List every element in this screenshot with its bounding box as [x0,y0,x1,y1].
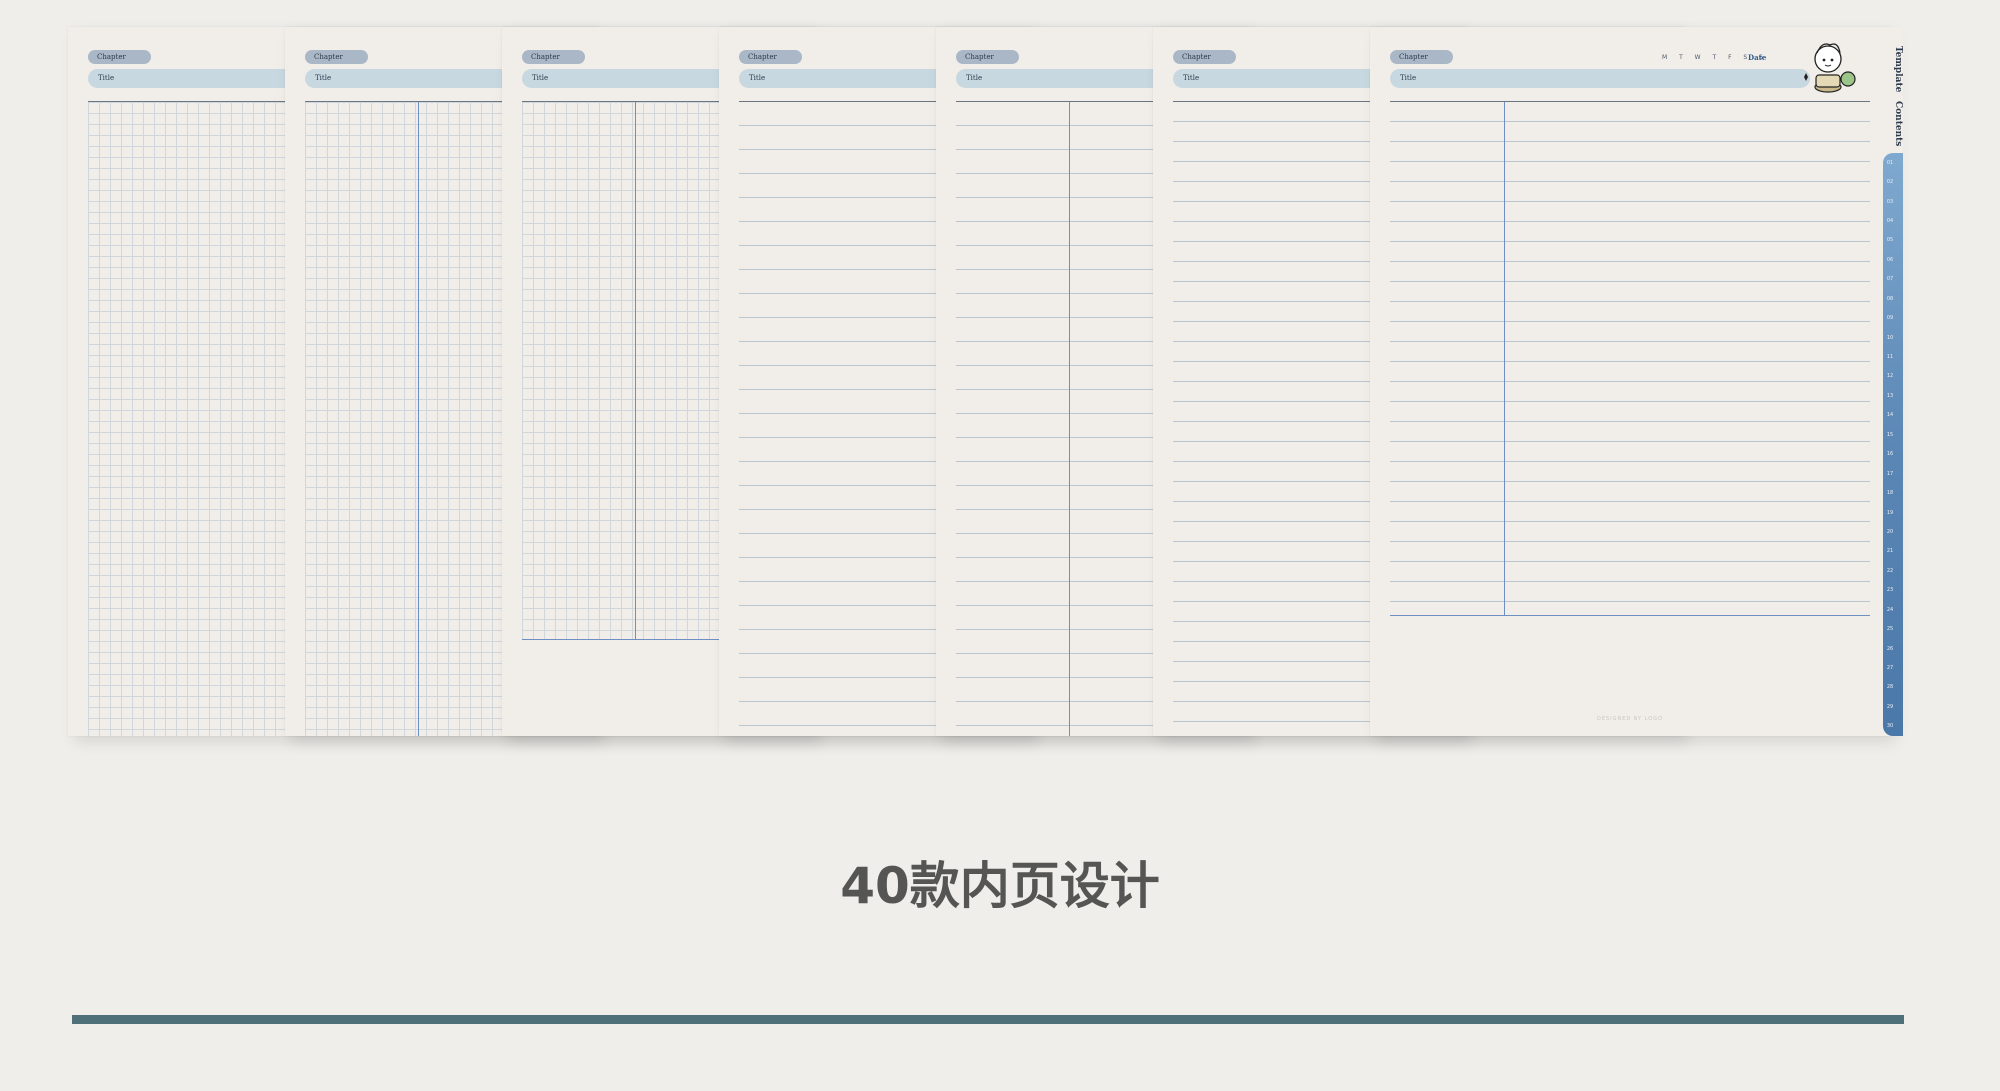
tab-number-11[interactable]: 11 [1883,354,1897,360]
tab-number-02[interactable]: 02 [1883,179,1897,185]
tab-number-27[interactable]: 27 [1883,665,1897,671]
tab-contents[interactable]: Contents [1883,101,1903,146]
tab-number-09[interactable]: 09 [1883,315,1897,321]
tab-number-13[interactable]: 13 [1883,393,1897,399]
tab-number-15[interactable]: 15 [1883,432,1897,438]
tab-number-12[interactable]: 12 [1883,373,1897,379]
tab-number-10[interactable]: 10 [1883,335,1897,341]
tab-number-26[interactable]: 26 [1883,646,1897,652]
tab-number-03[interactable]: 03 [1883,199,1897,205]
bottom-divider-bar [72,1015,1904,1024]
column-divider [1069,102,1070,736]
column-divider [635,102,636,640]
tab-number-19[interactable]: 19 [1883,510,1897,516]
tab-number-16[interactable]: 16 [1883,451,1897,457]
tab-number-01[interactable]: 01 [1883,160,1897,166]
tab-number-20[interactable]: 20 [1883,529,1897,535]
designed-by-text: DESIGNED BY LOGO [1596,716,1664,722]
tab-number-04[interactable]: 04 [1883,218,1897,224]
tab-number-06[interactable]: 06 [1883,257,1897,263]
numbered-tabs: 01 02 03 04 05 06 07 08 09 10 11 12 13 14 15 16 17 18 19 20… [1883,153,1903,736]
chapter-pill: Chapter [1390,50,1453,64]
chapter-pill: Chapter [1173,50,1236,64]
tab-number-29[interactable]: 29 [1883,704,1897,710]
summary-divider [1390,615,1870,616]
tab-number-18[interactable]: 18 [1883,490,1897,496]
column-divider [418,102,419,736]
side-tab-strip: Template Contents 01 02 03 04 05 06 07 08 09 10 11… [1883,27,1903,736]
tab-template[interactable]: Template [1883,46,1903,92]
title-bar: Title [1390,69,1810,88]
tab-number-22[interactable]: 22 [1883,568,1897,574]
chapter-pill: Chapter [88,50,151,64]
chapter-pill: Chapter [305,50,368,64]
date-label[interactable]: Date [1748,53,1766,62]
tab-number-08[interactable]: 08 [1883,296,1897,302]
headline: 40款内页设计 [840,857,1160,915]
tab-number-14[interactable]: 14 [1883,412,1897,418]
tab-number-17[interactable]: 17 [1883,471,1897,477]
tab-number-05[interactable]: 05 [1883,237,1897,243]
mascot-sticker-icon [1804,43,1856,93]
tab-number-07[interactable]: 07 [1883,276,1897,282]
chapter-pill: Chapter [956,50,1019,64]
cue-column-divider [1504,102,1505,616]
notebook-showcase: Chapter Title Chapter Title Chapter Titl… [0,0,2000,1091]
template-page-cornell[interactable]: Chapter M T W T F S S Date Title DESIGNE… [1370,27,1890,736]
tab-number-23[interactable]: 23 [1883,587,1897,593]
chapter-pill: Chapter [739,50,802,64]
tab-number-28[interactable]: 28 [1883,684,1897,690]
tab-number-25[interactable]: 25 [1883,626,1897,632]
tab-number-24[interactable]: 24 [1883,607,1897,613]
chapter-pill: Chapter [522,50,585,64]
tab-number-30[interactable]: 30 [1883,723,1897,729]
lined-area [1390,102,1870,616]
tab-number-21[interactable]: 21 [1883,548,1897,554]
